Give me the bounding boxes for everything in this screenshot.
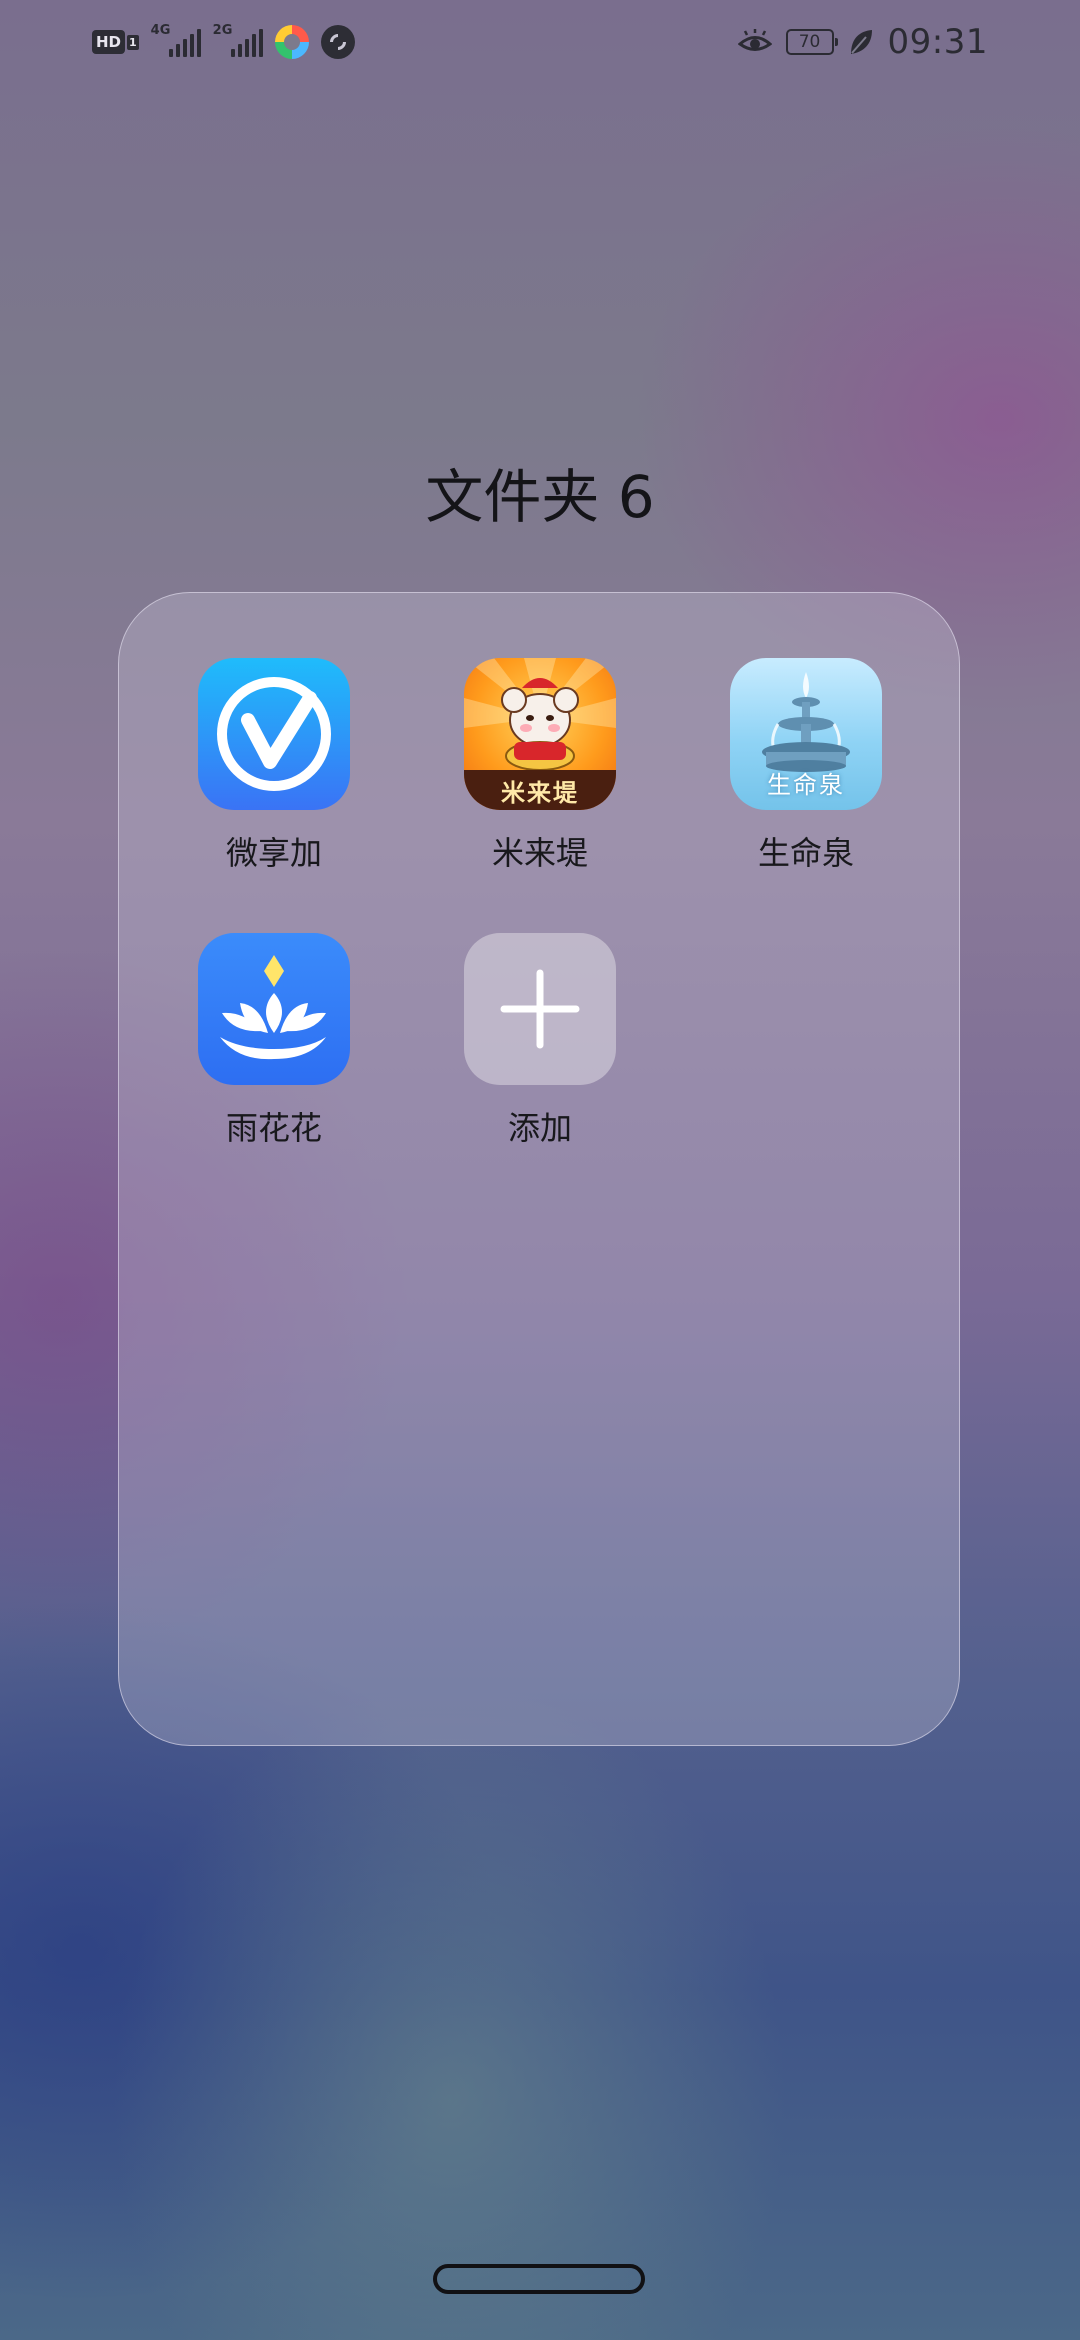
- lotus-app-icon[interactable]: [198, 933, 350, 1085]
- app-yhh[interactable]: 雨花花: [164, 933, 384, 1149]
- app-mlt[interactable]: 米来堤 米来堤: [430, 658, 650, 874]
- home-screen: HD 1 4G 2G 70 09:31 文件夹 6 微享加 米来堤 米来堤 生命…: [0, 0, 1080, 2340]
- notification-app-icon: [274, 25, 309, 59]
- app-label: 微享加: [225, 834, 322, 872]
- status-right-group: 70 09:31: [737, 20, 988, 64]
- folder-panel: 微享加 米来堤 米来堤 生命泉 生命泉 雨花花 添加: [118, 592, 960, 1746]
- app-smq[interactable]: 生命泉 生命泉: [696, 658, 916, 874]
- app-wxj[interactable]: 微享加: [164, 658, 384, 874]
- home-indicator[interactable]: [433, 2264, 645, 2294]
- sim2-signal-icon: 2G: [213, 23, 263, 57]
- plus-icon[interactable]: [464, 933, 616, 1085]
- sim1-network-type: 4G: [150, 23, 171, 38]
- smq-icon-text: 生命泉: [767, 771, 845, 799]
- notification-sync-icon: [320, 25, 355, 59]
- status-left-group: HD 1 4G 2G: [92, 23, 355, 60]
- app-label: 添加: [507, 1109, 572, 1147]
- hd-voice-badge: HD 1: [92, 30, 139, 54]
- wxj-app-icon[interactable]: [198, 658, 350, 810]
- battery-icon: 70: [785, 29, 838, 55]
- folder-title[interactable]: 文件夹 6: [0, 450, 1080, 534]
- add-app-button[interactable]: 添加: [430, 933, 650, 1149]
- hd-label: HD: [92, 30, 126, 54]
- hd-sub-label: 1: [127, 34, 139, 50]
- battery-level: 70: [798, 31, 821, 52]
- app-label: 雨花花: [225, 1109, 322, 1147]
- sim1-signal-icon: 4G: [151, 23, 201, 57]
- eye-comfort-icon: [737, 29, 772, 55]
- smq-app-icon[interactable]: 生命泉: [730, 658, 882, 810]
- power-saving-leaf-icon: [848, 28, 874, 56]
- mlt-banner-text: 米来堤: [464, 770, 616, 810]
- clock: 09:31: [887, 22, 988, 62]
- mlt-app-icon[interactable]: 米来堤: [464, 658, 616, 810]
- app-label: 生命泉: [757, 834, 854, 872]
- sim2-network-type: 2G: [212, 23, 233, 38]
- app-label: 米来堤: [491, 834, 588, 872]
- status-bar: HD 1 4G 2G 70 09:31: [0, 0, 1080, 84]
